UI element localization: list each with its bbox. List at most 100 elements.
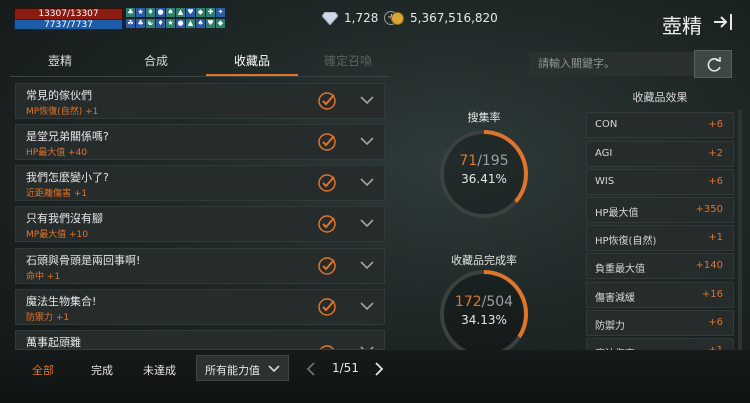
gold-amount: 5,367,516,820: [410, 11, 498, 25]
gem-currency: 1,728 +: [322, 11, 399, 25]
hp-value: 13307/13307: [38, 9, 99, 19]
filter-complete[interactable]: 完成: [91, 362, 113, 378]
collection-name: 是堂兄弟關係嗎?: [26, 130, 109, 143]
complete-rate-count: 172/504: [438, 294, 530, 310]
tab-collection[interactable]: 收藏品: [206, 48, 298, 76]
buff-icon: ♥: [206, 18, 215, 28]
buff-icon: ●: [156, 8, 165, 17]
effect-name: HP恢復(自然): [595, 236, 657, 247]
collection-name: 萬事起頭難: [26, 336, 81, 349]
list-item[interactable]: 只有我們沒有腳 MP最大值 +10: [15, 206, 385, 242]
gem-amount: 1,728: [344, 11, 379, 25]
buff-icon: ▲: [186, 18, 195, 28]
stat-filter-dropdown[interactable]: 所有能力值: [196, 355, 289, 381]
effect-value: +140: [695, 260, 723, 271]
buff-icon: ★: [136, 8, 145, 17]
collect-rate-count: 71/195: [438, 153, 530, 169]
buff-icon: ♦: [146, 8, 155, 17]
effect-value: +6: [708, 317, 723, 328]
prev-page-icon[interactable]: [306, 362, 316, 376]
effect-name: CON: [595, 119, 618, 130]
page-title: 壺精: [662, 14, 702, 38]
complete-check-icon: [318, 215, 336, 233]
buff-icon: ✚: [206, 8, 215, 17]
list-item[interactable]: 我們怎麼變小了? 近距離傷害 +1: [15, 165, 385, 201]
effect-value: +350: [695, 204, 723, 215]
list-item[interactable]: 是堂兄弟關係嗎? HP最大值 +40: [15, 124, 385, 160]
complete-check-icon: [318, 92, 336, 110]
collection-name: 只有我們沒有腳: [26, 212, 103, 225]
chevron-down-icon: [268, 365, 280, 373]
chevron-down-icon[interactable]: [360, 301, 374, 311]
filter-all[interactable]: 全部: [32, 362, 54, 378]
buff-icon: ♣: [126, 8, 135, 17]
collection-name: 我們怎麼變小了?: [26, 171, 109, 184]
chevron-down-icon[interactable]: [360, 177, 374, 187]
buff-icon: ♣: [136, 18, 145, 28]
tab-summon-confirm[interactable]: 確定召喚: [302, 48, 394, 74]
effect-value: +6: [708, 176, 723, 187]
list-item[interactable]: 石頭與骨頭是兩回事啊! 命中 +1: [15, 248, 385, 284]
effect-row: AGI +2: [586, 141, 734, 167]
collection-name: 石頭與骨頭是兩回事啊!: [26, 254, 141, 267]
effect-row: HP恢復(自然) +1: [586, 225, 734, 251]
mp-bar: 7737/7737: [14, 19, 123, 30]
buff-icon: ◆: [216, 18, 225, 28]
tab-divider: [10, 76, 388, 77]
list-item[interactable]: 常見的傢伙們 MP恢復(自然) +1: [15, 83, 385, 119]
next-page-icon[interactable]: [374, 362, 384, 376]
collection-effect: MP最大值 +10: [26, 230, 89, 240]
tab-spirit[interactable]: 壺精: [15, 48, 105, 74]
complete-rate-percent: 34.13%: [461, 313, 507, 327]
effect-value: +1: [708, 232, 723, 243]
buff-icon: ♦: [156, 18, 165, 28]
complete-rate-label: 收藏品完成率: [451, 254, 517, 267]
effect-row: 傷害減緩 +16: [586, 282, 734, 308]
collect-rate-total: /195: [477, 153, 509, 169]
effects-scrollbar[interactable]: [738, 110, 742, 350]
effect-name: 負重最大值: [595, 264, 645, 275]
buff-icon: ♥: [186, 8, 195, 17]
refresh-button[interactable]: [694, 50, 732, 78]
chevron-down-icon[interactable]: [360, 136, 374, 146]
effect-value: +16: [701, 289, 723, 300]
effect-name: WIS: [595, 176, 615, 187]
complete-rate-total: /504: [481, 294, 514, 310]
complete-check-icon: [318, 298, 336, 316]
gold-coin-icon: [391, 11, 404, 25]
gold-currency: 5,367,516,820: [391, 11, 498, 25]
chevron-down-icon[interactable]: [360, 260, 374, 270]
effect-row: HP最大值 +350: [586, 197, 734, 223]
page-indicator: 1/51: [332, 361, 359, 375]
buff-icon: ◆: [196, 8, 205, 17]
buff-icon: ☯: [146, 18, 155, 28]
collection-effect: 命中 +1: [26, 272, 61, 282]
buff-icon: ♠: [196, 18, 205, 28]
effects-title: 收藏品效果: [632, 91, 688, 104]
buff-icon: ✦: [216, 8, 225, 17]
collection-name: 魔法生物集合!: [26, 295, 97, 308]
filter-incomplete[interactable]: 未達成: [143, 362, 176, 378]
buff-icon: ☘: [126, 18, 135, 28]
complete-check-icon: [318, 133, 336, 151]
collect-rate-label: 搜集率: [467, 111, 501, 124]
list-item[interactable]: 萬事起頭難: [15, 330, 385, 350]
effect-row: WIS +6: [586, 169, 734, 195]
effect-name: HP最大值: [595, 208, 639, 219]
exit-icon[interactable]: [712, 12, 734, 32]
buff-icon: ★: [166, 18, 175, 28]
collection-effect: MP恢復(自然) +1: [26, 107, 99, 117]
chevron-down-icon[interactable]: [360, 95, 374, 105]
complete-check-icon: [318, 174, 336, 192]
mp-value: 7737/7737: [44, 20, 93, 30]
collection-name: 常見的傢伙們: [26, 89, 92, 102]
tab-bar: 壺精 合成 收藏品 確定召喚: [10, 48, 390, 76]
collection-effect: HP最大值 +40: [26, 148, 88, 158]
search-input[interactable]: 請輸入關鍵字。: [529, 52, 695, 76]
list-item[interactable]: 魔法生物集合! 防禦力 +1: [15, 289, 385, 325]
tab-synthesis[interactable]: 合成: [110, 48, 202, 74]
chevron-down-icon[interactable]: [360, 218, 374, 228]
buff-icon: ♠: [166, 8, 175, 17]
collect-rate-percent: 36.41%: [461, 172, 507, 186]
buff-icons: ♣ ★ ♦ ● ♠ ▲ ♥ ◆ ✚ ✦ ☘ ♣ ☯ ♦ ★ ● ▲ ♠ ♥ ◆: [126, 8, 230, 28]
